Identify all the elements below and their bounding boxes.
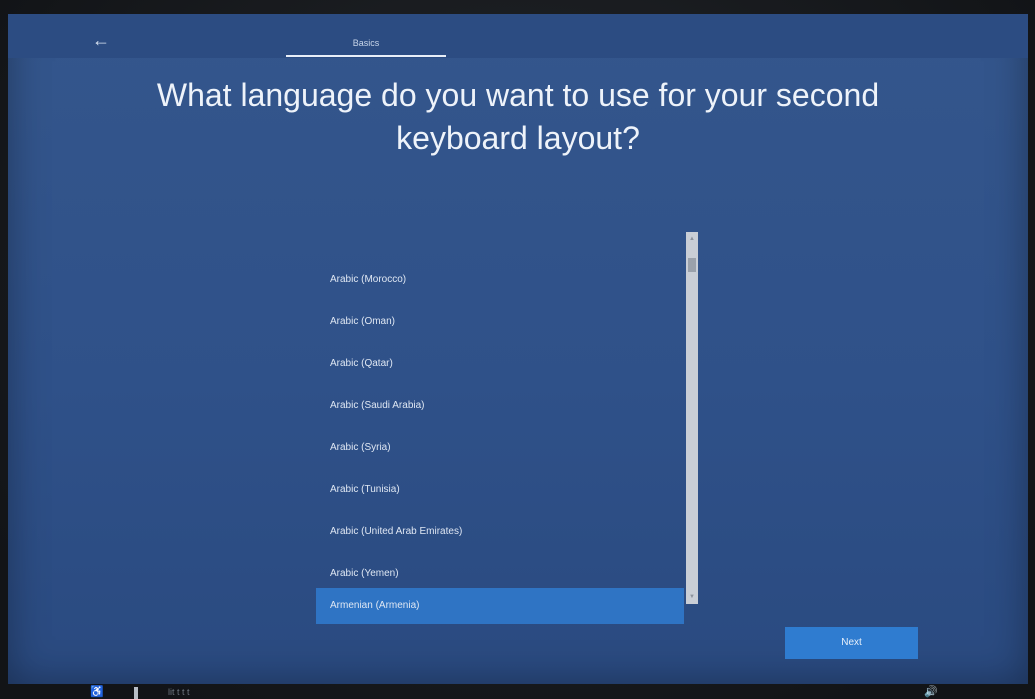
list-item-arabic-uae[interactable]: Arabic (United Arab Emirates) [316, 514, 684, 550]
list-item-armenian-armenia[interactable]: Armenian (Armenia) [316, 588, 684, 624]
taskbar: ♿ lit t t t 🔊 [0, 686, 1035, 699]
setup-screen: ← Basics What language do you want to us… [8, 14, 1028, 684]
list-item-arabic-saudi-arabia[interactable]: Arabic (Saudi Arabia) [316, 388, 684, 424]
volume-icon[interactable]: 🔊 [924, 686, 938, 699]
list-item-arabic-tunisia[interactable]: Arabic (Tunisia) [316, 472, 684, 508]
next-button[interactable]: Next [785, 627, 918, 659]
list-item-arabic-yemen[interactable]: Arabic (Yemen) [316, 556, 684, 592]
tab-basics[interactable]: Basics [286, 14, 446, 58]
list-scrollbar[interactable]: ▲ ▼ [686, 232, 698, 604]
top-bar: ← Basics [8, 14, 1028, 58]
list-item-arabic-syria[interactable]: Arabic (Syria) [316, 430, 684, 466]
list-item-arabic-oman[interactable]: Arabic (Oman) [316, 304, 684, 340]
back-button[interactable]: ← [92, 28, 122, 52]
microphone-icon[interactable] [134, 687, 138, 699]
tab-active-indicator [286, 55, 446, 57]
taskbar-text: lit t t t [168, 687, 190, 697]
accessibility-icon[interactable]: ♿ [90, 686, 104, 699]
language-list[interactable]: Arabic (Morocco) Arabic (Oman) Arabic (Q… [316, 232, 704, 624]
page-title: What language do you want to use for you… [156, 77, 880, 156]
list-item-arabic-morocco[interactable]: Arabic (Morocco) [316, 262, 684, 298]
scroll-up-icon[interactable]: ▲ [686, 234, 698, 244]
back-arrow-icon: ← [92, 30, 110, 50]
tab-basics-label: Basics [352, 38, 380, 48]
list-item-arabic-qatar[interactable]: Arabic (Qatar) [316, 346, 684, 382]
scroll-thumb[interactable] [688, 258, 696, 272]
scroll-down-icon[interactable]: ▼ [686, 592, 698, 602]
